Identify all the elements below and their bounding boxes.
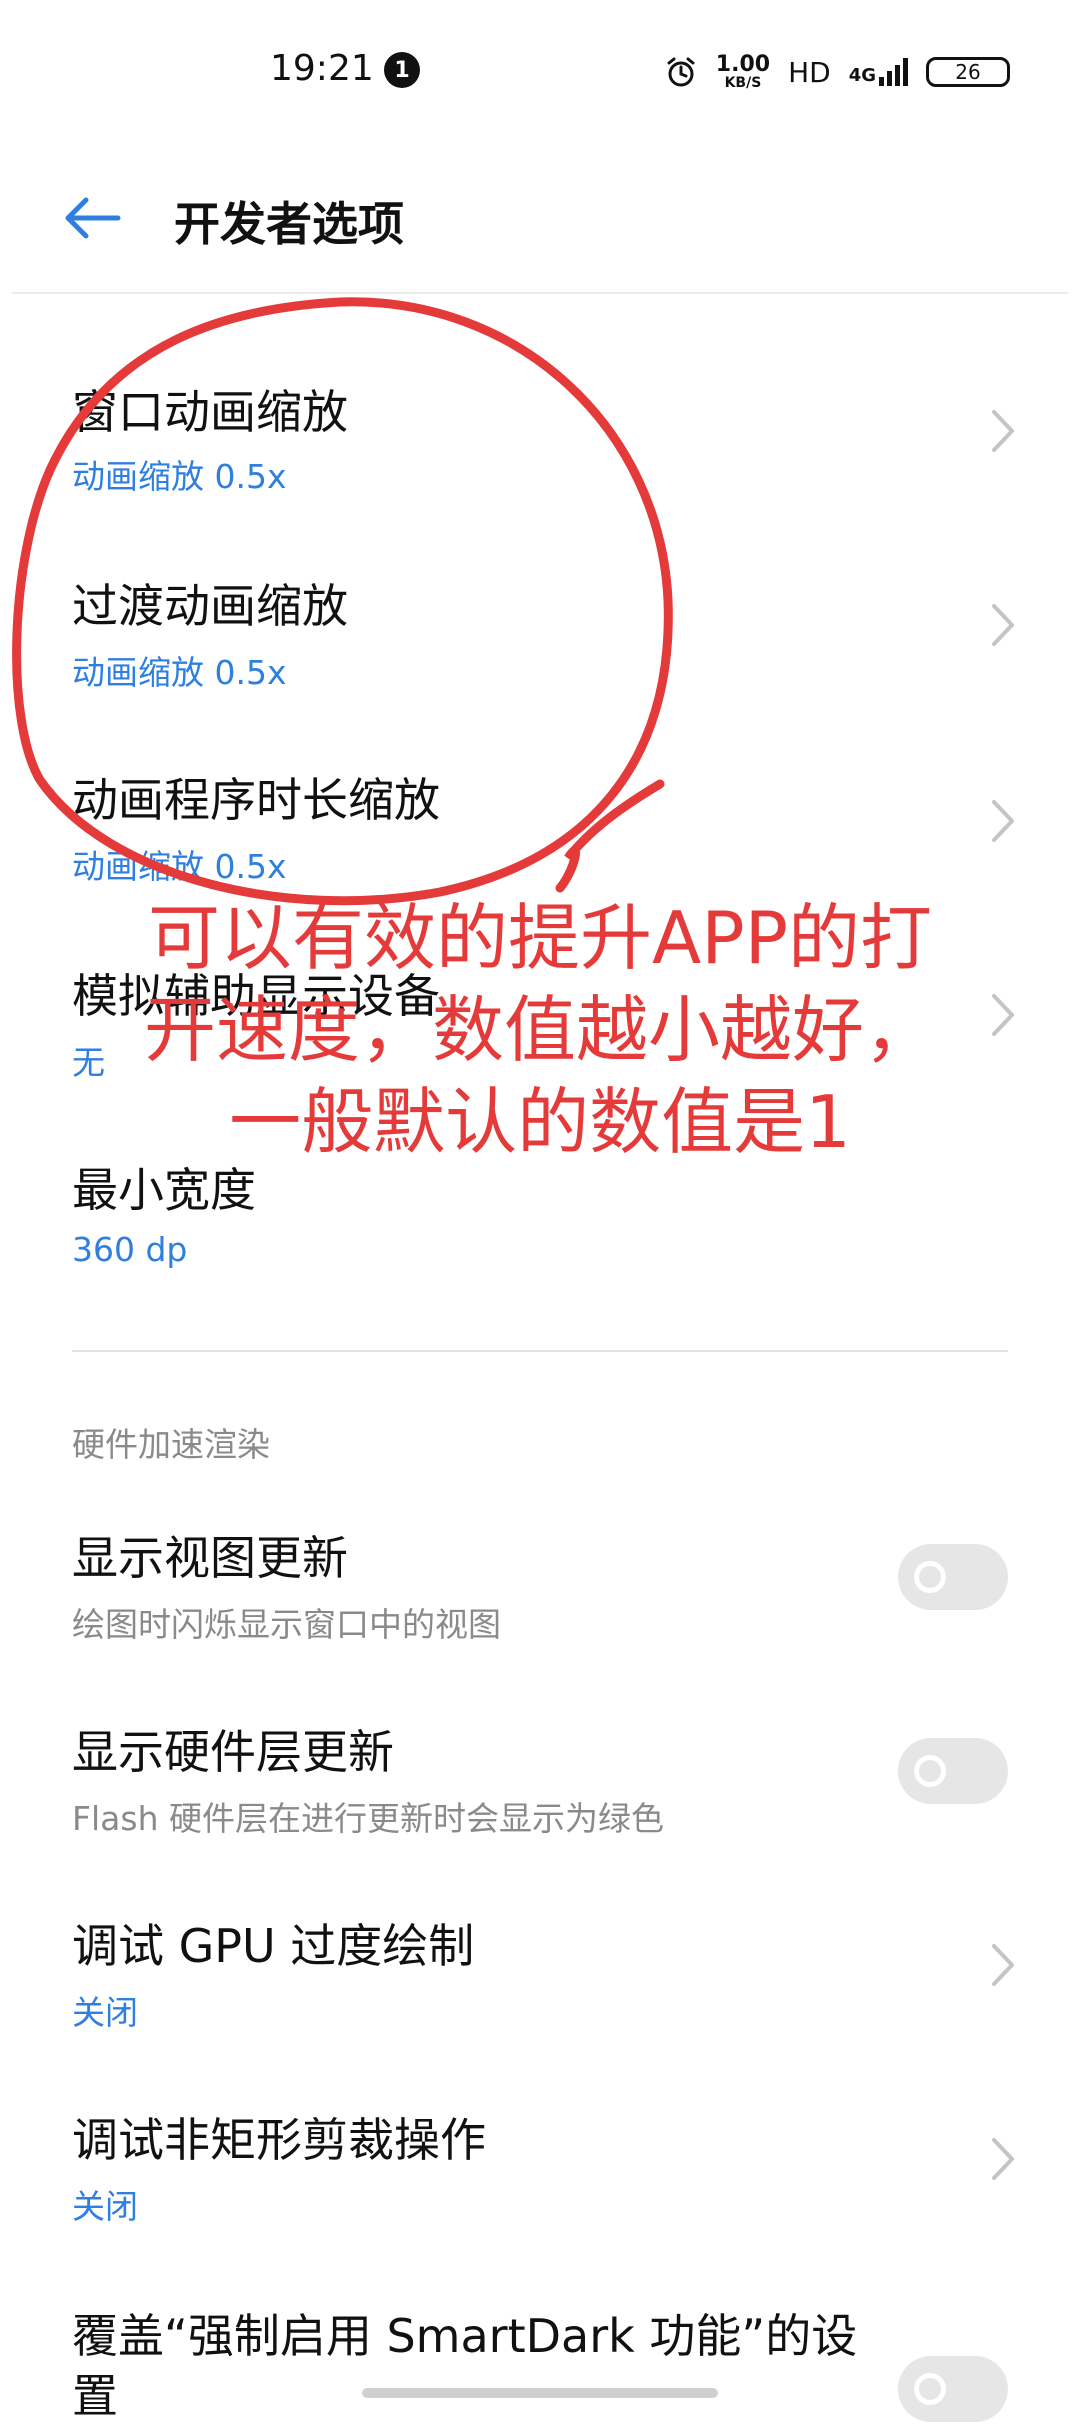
signal-bars-icon [879,58,908,86]
chevron-right-icon [992,410,1014,452]
toggle-switch[interactable] [898,1738,1008,1804]
section-divider [72,1350,1008,1352]
chevron-right-icon [992,2138,1014,2180]
item-title: 覆盖“强制启用 SmartDark 功能”的设 [72,2309,858,2363]
toggle-switch[interactable] [898,1544,1008,1610]
item-title: 调试 GPU 过度绘制 [72,1919,475,1973]
item-subtitle: 360 dp [72,1230,188,1269]
net-speed: 1.00 KB/S [715,52,771,91]
toggle-knob [914,1561,946,1593]
net-speed-unit: KB/S [724,75,762,91]
page-title: 开发者选项 [174,197,404,251]
annotation-text: 可以有效的提升APP的打 开速度，数值越小越好， 一般默认的数值是1 [80,892,1000,1168]
battery-icon: 26 [926,57,1010,87]
annotation-line-1: 可以有效的提升APP的打 [147,896,933,980]
alarm-icon [667,57,695,87]
notification-count-badge: 1 [384,52,420,88]
chevron-right-icon [992,800,1014,842]
item-title: 过渡动画缩放 [72,579,348,633]
status-time: 19:21 [270,48,374,89]
item-subtitle: 动画缩放 0.5x [72,653,287,692]
item-subtitle: 绘图时闪烁显示窗口中的视图 [72,1605,501,1644]
annotation-line-2: 开速度，数值越小越好， [143,988,936,1072]
annotation-pointer [555,779,665,893]
item-title: 动画程序时长缩放 [72,773,440,827]
item-subtitle: Flash 硬件层在进行更新时会显示为绿色 [72,1799,664,1838]
item-title-line2: 置 [72,2369,118,2423]
item-title: 窗口动画缩放 [72,385,348,439]
status-icons: 1.00 KB/S HD 4G 26 [664,52,1010,92]
hd-indicator: HD [788,55,831,89]
network-type: 4G [848,65,876,86]
annotation-line-3: 一般默认的数值是1 [229,1080,851,1164]
toggle-knob [914,1755,946,1787]
header-divider [12,292,1068,294]
item-subtitle: 关闭 [72,2187,138,2226]
item-subtitle: 动画缩放 0.5x [72,847,287,886]
section-header: 硬件加速渲染 [72,1425,270,1464]
item-title: 显示视图更新 [72,1531,348,1585]
gesture-bar[interactable] [362,2388,718,2398]
back-arrow-icon[interactable] [60,192,124,244]
cellular-signal-icon: 4G [849,58,908,86]
net-speed-value: 1.00 [715,52,771,77]
battery-level: 26 [955,60,981,84]
chevron-right-icon [992,604,1014,646]
item-subtitle: 动画缩放 0.5x [72,457,287,496]
chevron-right-icon [992,1944,1014,1986]
toggle-knob [914,2373,946,2405]
toggle-switch[interactable] [898,2356,1008,2422]
item-subtitle: 关闭 [72,1993,138,2032]
item-title: 调试非矩形剪裁操作 [72,2113,486,2167]
item-title: 显示硬件层更新 [72,1725,394,1779]
